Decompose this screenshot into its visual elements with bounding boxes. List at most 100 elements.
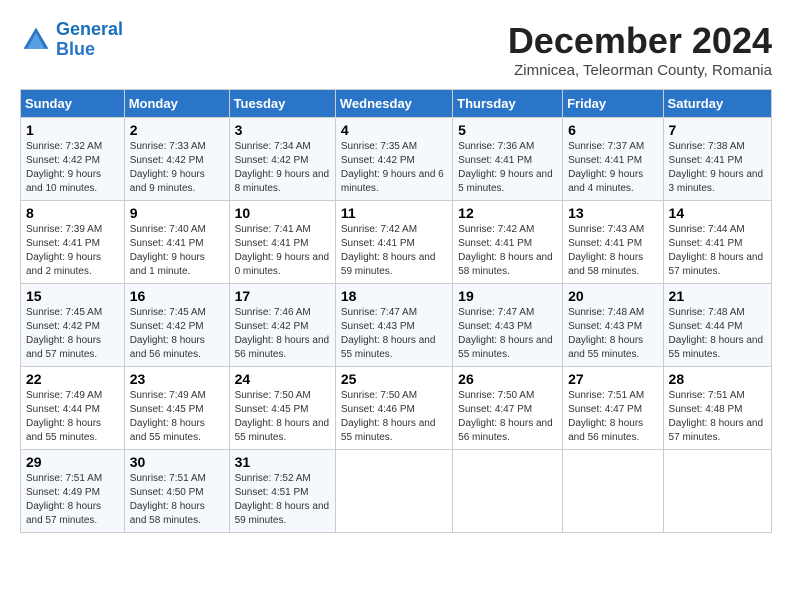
calendar-cell: 13Sunrise: 7:43 AMSunset: 4:41 PMDayligh…	[563, 201, 663, 284]
col-header-sunday: Sunday	[21, 90, 125, 118]
logo-icon	[20, 24, 52, 56]
subtitle: Zimnicea, Teleorman County, Romania	[508, 62, 772, 79]
day-info: Sunrise: 7:50 AMSunset: 4:47 PMDaylight:…	[458, 389, 557, 445]
day-number: 20	[568, 288, 657, 304]
logo-line2: Blue	[56, 39, 95, 59]
day-info: Sunrise: 7:49 AMSunset: 4:44 PMDaylight:…	[26, 389, 119, 445]
day-number: 27	[568, 371, 657, 387]
calendar-cell: 9 Sunrise: 7:40 AMSunset: 4:41 PMDaylight…	[124, 201, 229, 284]
calendar-cell: 12 Sunrise: 7:42 AMSunset: 4:41 PMDayligh…	[453, 201, 563, 284]
calendar-cell: 29 Sunrise: 7:51 AMSunset: 4:49 PMDayligh…	[21, 450, 125, 533]
day-info: Sunrise: 7:37 AMSunset: 4:41 PMDaylight:…	[568, 140, 657, 196]
calendar-body: 1 Sunrise: 7:32 AMSunset: 4:42 PMDaylight…	[21, 118, 772, 533]
calendar-cell: 5 Sunrise: 7:36 AMSunset: 4:41 PMDaylight…	[453, 118, 563, 201]
day-info: Sunrise: 7:36 AMSunset: 4:41 PMDaylight:…	[458, 140, 557, 196]
calendar-cell: 31 Sunrise: 7:52 AMSunset: 4:51 PMDayligh…	[229, 450, 335, 533]
day-number: 15	[26, 288, 119, 304]
day-info: Sunrise: 7:44 AMSunset: 4:41 PMDaylight:…	[669, 223, 766, 279]
logo-text: General Blue	[56, 20, 123, 60]
day-number: 2	[130, 122, 224, 138]
day-info: Sunrise: 7:41 AMSunset: 4:41 PMDaylight:…	[235, 223, 330, 279]
calendar-table: SundayMondayTuesdayWednesdayThursdayFrid…	[20, 89, 772, 533]
day-number: 11	[341, 205, 447, 221]
page-header: General Blue December 2024 Zimnicea, Tel…	[20, 20, 772, 79]
day-number: 5	[458, 122, 557, 138]
calendar-week-5: 29 Sunrise: 7:51 AMSunset: 4:49 PMDayligh…	[21, 450, 772, 533]
calendar-cell: 21 Sunrise: 7:48 AMSunset: 4:44 PMDayligh…	[663, 284, 771, 367]
day-info: Sunrise: 7:38 AMSunset: 4:41 PMDaylight:…	[669, 140, 766, 196]
calendar-cell: 3 Sunrise: 7:34 AMSunset: 4:42 PMDaylight…	[229, 118, 335, 201]
day-number: 10	[235, 205, 330, 221]
day-info: Sunrise: 7:50 AMSunset: 4:46 PMDaylight:…	[341, 389, 447, 445]
day-info: Sunrise: 7:47 AMSunset: 4:43 PMDaylight:…	[341, 306, 447, 362]
day-number: 28	[669, 371, 766, 387]
day-number: 31	[235, 454, 330, 470]
calendar-cell: 1 Sunrise: 7:32 AMSunset: 4:42 PMDaylight…	[21, 118, 125, 201]
day-number: 23	[130, 371, 224, 387]
calendar-cell	[453, 450, 563, 533]
calendar-header: SundayMondayTuesdayWednesdayThursdayFrid…	[21, 90, 772, 118]
logo-line1: General	[56, 19, 123, 39]
calendar-week-3: 15 Sunrise: 7:45 AMSunset: 4:42 PMDayligh…	[21, 284, 772, 367]
calendar-cell: 16 Sunrise: 7:45 AMSunset: 4:42 PMDayligh…	[124, 284, 229, 367]
title-block: December 2024 Zimnicea, Teleorman County…	[508, 20, 772, 79]
day-info: Sunrise: 7:48 AMSunset: 4:43 PMDaylight:…	[568, 306, 657, 362]
calendar-cell: 6 Sunrise: 7:37 AMSunset: 4:41 PMDaylight…	[563, 118, 663, 201]
day-info: Sunrise: 7:51 AMSunset: 4:50 PMDaylight:…	[130, 472, 224, 528]
calendar-cell: 4Sunrise: 7:35 AMSunset: 4:42 PMDaylight…	[335, 118, 452, 201]
day-info: Sunrise: 7:32 AMSunset: 4:42 PMDaylight:…	[26, 140, 119, 196]
day-number: 21	[669, 288, 766, 304]
day-info: Sunrise: 7:45 AMSunset: 4:42 PMDaylight:…	[26, 306, 119, 362]
calendar-cell: 25 Sunrise: 7:50 AMSunset: 4:46 PMDayligh…	[335, 367, 452, 450]
calendar-cell: 7 Sunrise: 7:38 AMSunset: 4:41 PMDaylight…	[663, 118, 771, 201]
calendar-week-2: 8Sunrise: 7:39 AMSunset: 4:41 PMDaylight…	[21, 201, 772, 284]
day-number: 19	[458, 288, 557, 304]
calendar-cell: 11Sunrise: 7:42 AMSunset: 4:41 PMDayligh…	[335, 201, 452, 284]
col-header-saturday: Saturday	[663, 90, 771, 118]
calendar-cell: 20 Sunrise: 7:48 AMSunset: 4:43 PMDayligh…	[563, 284, 663, 367]
day-number: 8	[26, 205, 119, 221]
day-number: 17	[235, 288, 330, 304]
calendar-cell: 22 Sunrise: 7:49 AMSunset: 4:44 PMDayligh…	[21, 367, 125, 450]
day-number: 22	[26, 371, 119, 387]
day-number: 7	[669, 122, 766, 138]
day-info: Sunrise: 7:48 AMSunset: 4:44 PMDaylight:…	[669, 306, 766, 362]
day-number: 25	[341, 371, 447, 387]
day-info: Sunrise: 7:42 AMSunset: 4:41 PMDaylight:…	[458, 223, 557, 279]
col-header-wednesday: Wednesday	[335, 90, 452, 118]
day-number: 29	[26, 454, 119, 470]
calendar-week-1: 1 Sunrise: 7:32 AMSunset: 4:42 PMDaylight…	[21, 118, 772, 201]
day-info: Sunrise: 7:51 AMSunset: 4:49 PMDaylight:…	[26, 472, 119, 528]
day-number: 3	[235, 122, 330, 138]
day-number: 14	[669, 205, 766, 221]
day-info: Sunrise: 7:47 AMSunset: 4:43 PMDaylight:…	[458, 306, 557, 362]
day-info: Sunrise: 7:52 AMSunset: 4:51 PMDaylight:…	[235, 472, 330, 528]
day-number: 18	[341, 288, 447, 304]
day-number: 16	[130, 288, 224, 304]
day-info: Sunrise: 7:45 AMSunset: 4:42 PMDaylight:…	[130, 306, 224, 362]
day-info: Sunrise: 7:40 AMSunset: 4:41 PMDaylight:…	[130, 223, 224, 279]
day-info: Sunrise: 7:51 AMSunset: 4:48 PMDaylight:…	[669, 389, 766, 445]
day-number: 6	[568, 122, 657, 138]
logo: General Blue	[20, 20, 123, 60]
calendar-cell: 19 Sunrise: 7:47 AMSunset: 4:43 PMDayligh…	[453, 284, 563, 367]
calendar-cell: 2Sunrise: 7:33 AMSunset: 4:42 PMDaylight…	[124, 118, 229, 201]
day-info: Sunrise: 7:34 AMSunset: 4:42 PMDaylight:…	[235, 140, 330, 196]
calendar-cell: 28 Sunrise: 7:51 AMSunset: 4:48 PMDayligh…	[663, 367, 771, 450]
calendar-cell: 27Sunrise: 7:51 AMSunset: 4:47 PMDayligh…	[563, 367, 663, 450]
col-header-tuesday: Tuesday	[229, 90, 335, 118]
day-number: 12	[458, 205, 557, 221]
day-number: 24	[235, 371, 330, 387]
day-info: Sunrise: 7:35 AMSunset: 4:42 PMDaylight:…	[341, 140, 447, 196]
calendar-cell	[335, 450, 452, 533]
day-number: 1	[26, 122, 119, 138]
calendar-cell: 26Sunrise: 7:50 AMSunset: 4:47 PMDayligh…	[453, 367, 563, 450]
col-header-monday: Monday	[124, 90, 229, 118]
day-info: Sunrise: 7:50 AMSunset: 4:45 PMDaylight:…	[235, 389, 330, 445]
calendar-cell: 10 Sunrise: 7:41 AMSunset: 4:41 PMDayligh…	[229, 201, 335, 284]
day-number: 9	[130, 205, 224, 221]
calendar-week-4: 22 Sunrise: 7:49 AMSunset: 4:44 PMDayligh…	[21, 367, 772, 450]
day-info: Sunrise: 7:49 AMSunset: 4:45 PMDaylight:…	[130, 389, 224, 445]
calendar-cell: 18 Sunrise: 7:47 AMSunset: 4:43 PMDayligh…	[335, 284, 452, 367]
day-number: 30	[130, 454, 224, 470]
